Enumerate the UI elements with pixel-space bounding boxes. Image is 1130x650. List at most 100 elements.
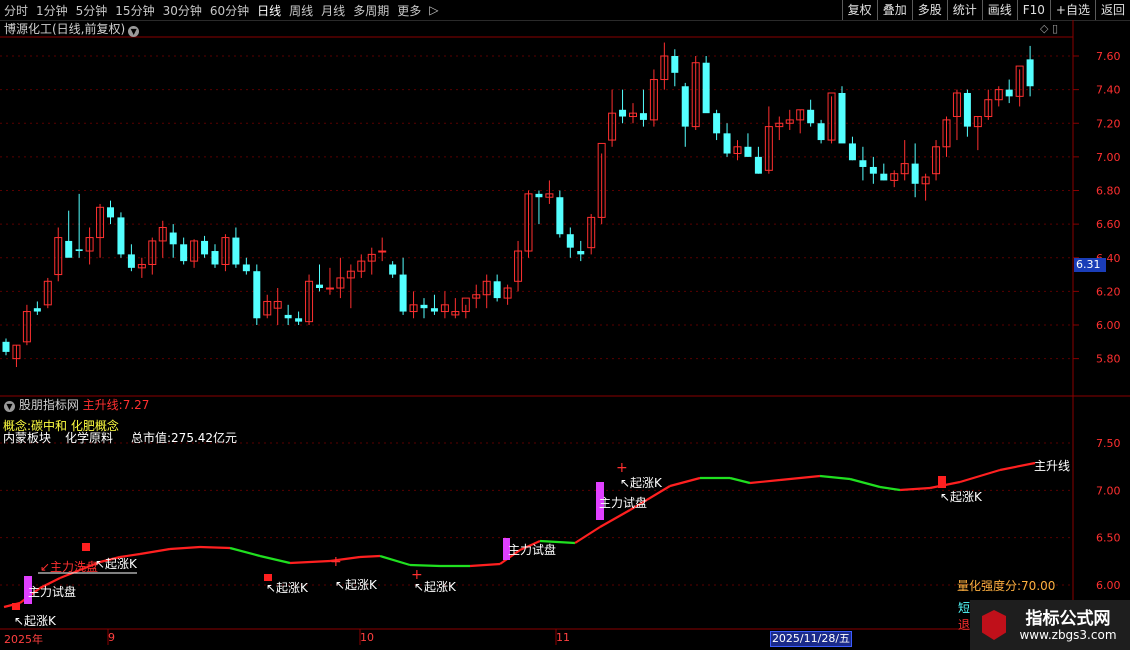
main-line-value: 7.27: [122, 398, 150, 412]
xipan-label: ↙主力洗盘: [40, 560, 99, 574]
candle-down: [493, 281, 501, 299]
cross-mark: +: [330, 554, 342, 570]
main-line-segment: [289, 559, 331, 565]
candle-down: [211, 251, 219, 265]
candle-down: [556, 197, 564, 235]
shipan-label: 主力试盘: [599, 496, 648, 510]
main-line-segment: [199, 545, 231, 550]
candle-down: [566, 234, 574, 248]
candle-down: [744, 146, 752, 157]
candle-down: [838, 92, 846, 144]
cursor-date: 2025/11/28/五: [770, 631, 852, 647]
qizhang-label: ↖起涨K: [266, 581, 308, 595]
candle-down: [107, 207, 114, 218]
main-line-segment: [379, 554, 411, 567]
candle-down: [253, 271, 261, 319]
qizhang-label: ↖起涨K: [620, 476, 662, 490]
candle-down: [869, 166, 877, 174]
main-line-segment: [999, 461, 1036, 472]
candle-down: [295, 318, 303, 322]
shipan-label: 主力试盘: [28, 585, 77, 599]
candle-down: [420, 304, 428, 309]
main-line-segment: [899, 486, 931, 492]
candle-down: [859, 160, 867, 167]
qizhang-label: ↖起涨K: [940, 490, 982, 504]
candle-down: [2, 341, 10, 352]
main-line-segment: [729, 476, 751, 485]
main-line-segment: [599, 509, 631, 528]
candle-down: [619, 109, 627, 117]
candle-down: [65, 240, 73, 258]
main-line-label: 主升线:: [82, 398, 123, 412]
indicator-title: ▼ 股朋指标网 主升线:7.27: [4, 398, 149, 412]
indicator-menu-icon[interactable]: ▼: [4, 401, 15, 412]
main-line-segment: [409, 563, 441, 568]
candle-down: [33, 308, 41, 312]
candle-down: [671, 56, 679, 73]
candle-down: [169, 232, 177, 245]
current-price-tag: 6.31: [1074, 258, 1106, 272]
main-line-end-label: 主升线: [1034, 459, 1071, 473]
candle-down: [1026, 59, 1034, 87]
candle-down: [284, 314, 292, 319]
candle-down: [754, 156, 762, 174]
qizhang-label: ↖起涨K: [414, 580, 456, 594]
candle-down: [316, 284, 323, 289]
candle-down: [127, 254, 135, 268]
watermark-logo-icon: [982, 610, 1006, 640]
candle-down: [713, 113, 721, 134]
qizhang-label: ↖起涨K: [95, 557, 137, 571]
main-line-segment: [259, 554, 291, 565]
candle-down: [75, 249, 83, 252]
price-tick-label: 7.60: [1096, 50, 1121, 63]
main-line-segment: [959, 468, 1001, 484]
candle-down: [807, 109, 815, 124]
price-tick-label: 6.20: [1096, 285, 1121, 298]
date-month-9: 9: [108, 631, 115, 644]
qizhang-label: ↖起涨K: [335, 578, 377, 592]
main-line-segment: [879, 485, 901, 492]
chart-canvas[interactable]: 7.607.407.207.006.806.606.406.206.005.80…: [0, 0, 1130, 650]
menu-circle-icon[interactable]: ▼: [128, 26, 140, 37]
indicator-name: 股朋指标网: [18, 398, 79, 412]
main-line-segment: [169, 545, 201, 551]
main-line-segment: [779, 474, 821, 482]
candle-down: [817, 123, 825, 141]
industry-text: 化学原料: [65, 431, 114, 445]
candle-down: [963, 92, 971, 127]
candle-down: [702, 62, 710, 114]
price-tick-label: 6.80: [1096, 185, 1121, 198]
price-tick-label: 6.60: [1096, 218, 1121, 231]
main-line-segment: [229, 546, 261, 558]
side-label-2: 退: [958, 618, 971, 632]
market-cap-text: 总市值:275.42亿元: [131, 431, 238, 445]
candle-down: [1005, 89, 1013, 97]
diamond-icon[interactable]: ◇: [1040, 22, 1048, 35]
candle-down: [117, 217, 125, 255]
price-tick-label: 7.40: [1096, 84, 1121, 97]
main-line-segment: [574, 526, 601, 544]
qizhang-block: [82, 543, 90, 551]
watermark-url: www.zbgs3.com: [1019, 628, 1117, 642]
candle-down: [399, 274, 407, 312]
main-line-segment: [669, 476, 701, 488]
main-line-segment: [359, 554, 381, 559]
price-tick-label: 6.00: [1096, 319, 1121, 332]
date-month-11: 11: [556, 631, 570, 644]
candle-down: [880, 173, 888, 181]
candle-up: [378, 250, 387, 253]
sector-text: 内蒙板块: [3, 431, 52, 445]
candle-up: [325, 287, 334, 290]
maximize-icon[interactable]: ▯: [1052, 22, 1058, 35]
indicator-tick-label: 7.00: [1096, 484, 1121, 497]
candle-down: [911, 163, 919, 184]
strength-score: 量化强度分:70.00: [957, 579, 1056, 593]
candle-down: [723, 133, 731, 154]
candle-down: [577, 251, 585, 255]
candle-down: [180, 244, 188, 262]
price-tick-label: 7.20: [1096, 117, 1121, 130]
watermark-title: 指标公式网: [1025, 609, 1111, 629]
qizhang-block: [12, 603, 20, 610]
watermark: 指标公式网 www.zbgs3.com: [970, 600, 1130, 650]
indicator-tick-label: 6.50: [1096, 532, 1121, 545]
